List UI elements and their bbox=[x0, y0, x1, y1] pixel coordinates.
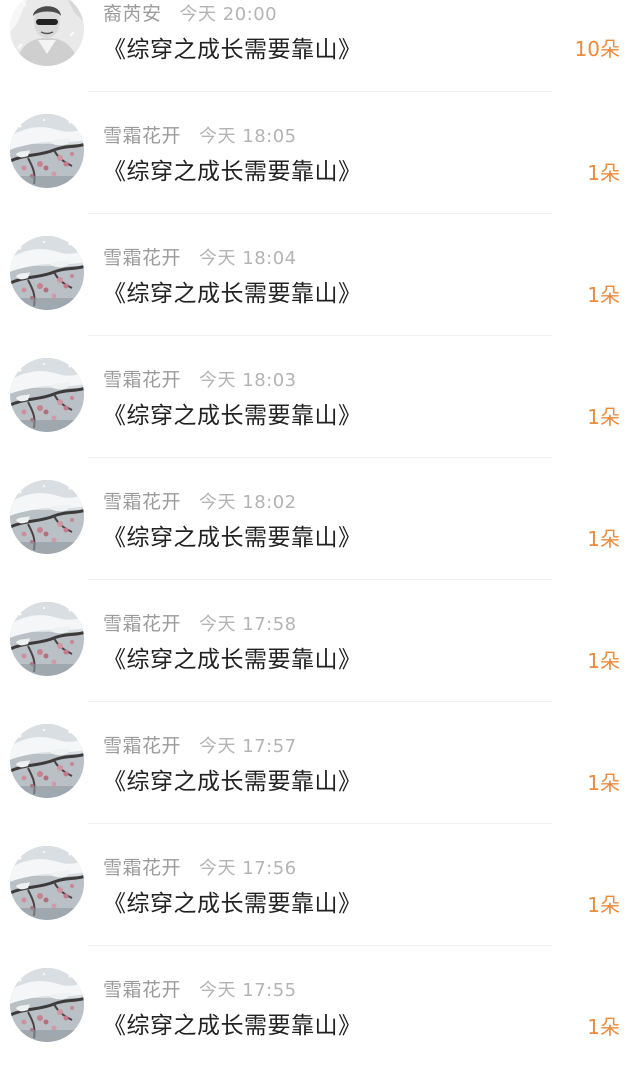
book-title[interactable]: 《综穿之成长需要靠山》 bbox=[103, 522, 362, 554]
list-item[interactable]: 雪霜花开 今天 17:56 《综穿之成长需要靠山》 1朵 bbox=[0, 824, 640, 946]
timestamp: 今天 18:03 bbox=[199, 370, 297, 391]
timestamp: 今天 20:00 bbox=[180, 4, 278, 25]
snow-blossom-avatar[interactable] bbox=[10, 358, 84, 432]
list-item[interactable]: 雪霜花开 今天 18:02 《综穿之成长需要靠山》 1朵 bbox=[0, 458, 640, 580]
user-name[interactable]: 雪霜花开 bbox=[103, 735, 181, 757]
snow-blossom-avatar[interactable] bbox=[10, 480, 84, 554]
entry-meta: 雪霜花开 今天 17:55 bbox=[103, 977, 297, 1003]
timestamp: 今天 18:02 bbox=[199, 492, 297, 513]
snow-blossom-avatar[interactable] bbox=[10, 724, 84, 798]
timestamp-day: 今天 bbox=[199, 980, 237, 1001]
entry-meta: 雪霜花开 今天 18:05 bbox=[103, 123, 297, 149]
timestamp-day: 今天 bbox=[199, 370, 237, 391]
flower-amount: 1朵 bbox=[587, 161, 620, 185]
book-title[interactable]: 《综穿之成长需要靠山》 bbox=[103, 766, 362, 798]
avatar-image bbox=[10, 114, 84, 188]
entry-meta: 雪霜花开 今天 18:04 bbox=[103, 245, 297, 271]
avatar-image bbox=[10, 724, 84, 798]
flower-amount: 1朵 bbox=[587, 527, 620, 551]
user-name[interactable]: 雪霜花开 bbox=[103, 857, 181, 879]
snow-blossom-avatar[interactable] bbox=[10, 236, 84, 310]
list-item[interactable]: 雪霜花开 今天 17:55 《综穿之成长需要靠山》 1朵 bbox=[0, 946, 640, 1068]
flower-amount: 10朵 bbox=[574, 37, 620, 61]
avatar-image bbox=[10, 846, 84, 920]
timestamp-day: 今天 bbox=[179, 4, 217, 25]
timestamp-day: 今天 bbox=[199, 492, 237, 513]
timestamp-time: 18:04 bbox=[242, 248, 297, 269]
user-name[interactable]: 雪霜花开 bbox=[103, 247, 181, 269]
book-title[interactable]: 《综穿之成长需要靠山》 bbox=[103, 400, 362, 432]
avatar-image bbox=[10, 602, 84, 676]
avatar-image bbox=[10, 0, 84, 66]
flower-amount: 1朵 bbox=[587, 405, 620, 429]
timestamp-time: 20:00 bbox=[222, 4, 278, 25]
book-title[interactable]: 《综穿之成长需要靠山》 bbox=[103, 156, 362, 188]
avatar-image bbox=[10, 480, 84, 554]
list-item[interactable]: 雪霜花开 今天 18:04 《综穿之成长需要靠山》 1朵 bbox=[0, 214, 640, 336]
timestamp: 今天 17:57 bbox=[199, 736, 297, 757]
list-item[interactable]: 雪霜花开 今天 18:05 《综穿之成长需要靠山》 1朵 bbox=[0, 92, 640, 214]
timestamp-day: 今天 bbox=[199, 736, 237, 757]
avatar-image bbox=[10, 236, 84, 310]
user-name[interactable]: 雪霜花开 bbox=[103, 125, 181, 147]
snow-blossom-avatar[interactable] bbox=[10, 602, 84, 676]
timestamp-day: 今天 bbox=[199, 126, 237, 147]
flower-amount: 1朵 bbox=[587, 283, 620, 307]
timestamp-time: 17:56 bbox=[242, 858, 297, 879]
snow-blossom-avatar[interactable] bbox=[10, 846, 84, 920]
timestamp-time: 17:57 bbox=[242, 736, 297, 757]
list-item[interactable]: 雪霜花开 今天 18:03 《综穿之成长需要靠山》 1朵 bbox=[0, 336, 640, 458]
book-title[interactable]: 《综穿之成长需要靠山》 bbox=[103, 888, 362, 920]
flower-amount: 1朵 bbox=[587, 649, 620, 673]
timestamp: 今天 17:58 bbox=[199, 614, 297, 635]
reward-list: 裔芮安 今天 20:00 《综穿之成长需要靠山》 10朵 雪霜花开 今天 18:05… bbox=[0, 0, 640, 1068]
user-name[interactable]: 雪霜花开 bbox=[103, 491, 181, 513]
timestamp-day: 今天 bbox=[199, 248, 237, 269]
book-title[interactable]: 《综穿之成长需要靠山》 bbox=[103, 34, 362, 66]
entry-meta: 雪霜花开 今天 17:56 bbox=[103, 855, 297, 881]
entry-meta: 雪霜花开 今天 18:03 bbox=[103, 367, 297, 393]
book-title[interactable]: 《综穿之成长需要靠山》 bbox=[103, 278, 362, 310]
book-title[interactable]: 《综穿之成长需要靠山》 bbox=[103, 1010, 362, 1042]
avatar-image bbox=[10, 358, 84, 432]
timestamp-day: 今天 bbox=[199, 858, 237, 879]
user-name[interactable]: 裔芮安 bbox=[103, 3, 162, 25]
flower-amount: 1朵 bbox=[587, 771, 620, 795]
timestamp: 今天 18:05 bbox=[199, 126, 297, 147]
entry-meta: 裔芮安 今天 20:00 bbox=[103, 1, 277, 27]
timestamp: 今天 17:55 bbox=[199, 980, 297, 1001]
timestamp-time: 18:03 bbox=[242, 370, 297, 391]
timestamp-time: 18:02 bbox=[242, 492, 297, 513]
list-item[interactable]: 裔芮安 今天 20:00 《综穿之成长需要靠山》 10朵 bbox=[0, 0, 640, 92]
timestamp-time: 17:58 bbox=[242, 614, 297, 635]
user-name[interactable]: 雪霜花开 bbox=[103, 369, 181, 391]
flower-amount: 1朵 bbox=[587, 1015, 620, 1039]
snow-blossom-avatar[interactable] bbox=[10, 114, 84, 188]
user-name[interactable]: 雪霜花开 bbox=[103, 979, 181, 1001]
timestamp-time: 18:05 bbox=[242, 126, 297, 147]
entry-meta: 雪霜花开 今天 17:57 bbox=[103, 733, 297, 759]
timestamp: 今天 18:04 bbox=[199, 248, 297, 269]
list-item[interactable]: 雪霜花开 今天 17:58 《综穿之成长需要靠山》 1朵 bbox=[0, 580, 640, 702]
entry-meta: 雪霜花开 今天 17:58 bbox=[103, 611, 297, 637]
book-title[interactable]: 《综穿之成长需要靠山》 bbox=[103, 644, 362, 676]
flower-amount: 1朵 bbox=[587, 893, 620, 917]
snow-blossom-avatar[interactable] bbox=[10, 968, 84, 1042]
entry-meta: 雪霜花开 今天 18:02 bbox=[103, 489, 297, 515]
person-avatar[interactable] bbox=[10, 0, 84, 66]
avatar-image bbox=[10, 968, 84, 1042]
timestamp: 今天 17:56 bbox=[199, 858, 297, 879]
user-name[interactable]: 雪霜花开 bbox=[103, 613, 181, 635]
timestamp-day: 今天 bbox=[199, 614, 237, 635]
timestamp-time: 17:55 bbox=[242, 980, 297, 1001]
list-item[interactable]: 雪霜花开 今天 17:57 《综穿之成长需要靠山》 1朵 bbox=[0, 702, 640, 824]
